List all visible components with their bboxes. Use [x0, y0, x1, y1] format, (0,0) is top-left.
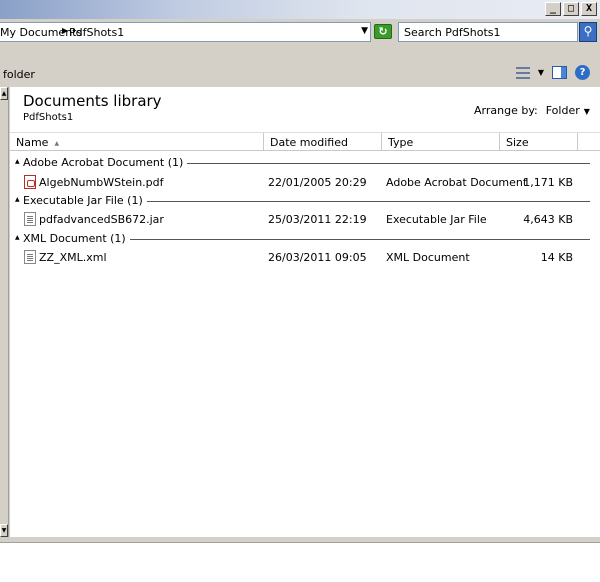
file-name: AlgebNumbWStein.pdf — [39, 176, 164, 189]
file-type: Executable Jar File — [386, 213, 487, 226]
arrange-by: Arrange by: Folder ▼ — [474, 104, 590, 117]
scroll-down-icon[interactable]: ▼ — [0, 524, 8, 537]
library-title: Documents library — [23, 92, 162, 110]
refresh-icon[interactable]: ↻ — [374, 24, 392, 39]
group-header-jar[interactable]: ▲ Executable Jar File (1) — [10, 194, 600, 208]
group-label: XML Document (1) — [23, 232, 130, 245]
group-label: Adobe Acrobat Document (1) — [23, 156, 188, 169]
column-headers: Name ▲ Date modified Type Size — [10, 132, 600, 151]
file-size: 1,171 KB — [523, 176, 573, 189]
chevron-down-icon[interactable]: ▼ — [584, 107, 590, 116]
breadcrumb-separator-icon[interactable]: ▶ — [62, 26, 68, 35]
sort-ascending-icon: ▲ — [54, 139, 60, 147]
help-icon[interactable]: ? — [575, 65, 590, 80]
close-button[interactable]: X — [581, 2, 597, 16]
new-folder-button[interactable]: folder — [3, 68, 35, 81]
column-header-date-modified[interactable]: Date modified — [264, 133, 382, 151]
search-icon[interactable]: ⚲ — [579, 22, 597, 42]
table-row[interactable]: pdfadvancedSB672.jar 25/03/2011 22:19 Ex… — [10, 210, 600, 228]
file-type: XML Document — [386, 251, 470, 264]
address-bar[interactable]: My Documents ▶ PdfShots1 ▼ — [0, 22, 371, 42]
file-name: ZZ_XML.xml — [39, 251, 107, 264]
command-toolbar: folder ▼ ? — [0, 45, 600, 87]
arrange-by-value[interactable]: Folder — [546, 104, 580, 117]
file-size: 14 KB — [540, 251, 573, 264]
file-type: Adobe Acrobat Document — [386, 176, 528, 189]
column-label: Name — [16, 136, 49, 149]
title-bar: _ □ X — [0, 0, 600, 19]
scroll-up-icon[interactable]: ▲ — [0, 87, 8, 100]
chevron-down-icon[interactable]: ▼ — [538, 68, 544, 77]
minimize-button[interactable]: _ — [545, 2, 561, 16]
column-header-size[interactable]: Size — [500, 133, 578, 151]
arrange-by-label: Arrange by: — [474, 104, 538, 117]
file-name: pdfadvancedSB672.jar — [39, 213, 164, 226]
column-label: Date modified — [270, 136, 348, 149]
pdf-icon — [24, 175, 36, 189]
column-header-type[interactable]: Type — [382, 133, 500, 151]
file-date: 25/03/2011 22:19 — [268, 213, 367, 226]
group-header-acrobat[interactable]: ▲ Adobe Acrobat Document (1) — [10, 156, 600, 170]
group-label: Executable Jar File (1) — [23, 194, 147, 207]
search-input[interactable]: Search PdfShots1 — [398, 22, 578, 42]
file-list-pane: Documents library PdfShots1 Arrange by: … — [10, 87, 600, 537]
details-pane — [0, 542, 600, 582]
column-header-name[interactable]: Name ▲ — [10, 133, 264, 151]
navigation-pane-scrollbar[interactable]: ▲ ▼ — [0, 87, 9, 537]
file-size: 4,643 KB — [523, 213, 573, 226]
breadcrumb-pdfshots1[interactable]: PdfShots1 — [69, 26, 124, 39]
collapse-icon[interactable]: ▲ — [15, 158, 20, 165]
file-date: 26/03/2011 09:05 — [268, 251, 367, 264]
arrange-by-dropdown[interactable]: Folder ▼ — [546, 104, 590, 117]
search-placeholder: Search PdfShots1 — [404, 26, 501, 39]
maximize-button[interactable]: □ — [563, 2, 579, 16]
file-date: 22/01/2005 20:29 — [268, 176, 367, 189]
table-row[interactable]: ZZ_XML.xml 26/03/2011 09:05 XML Document… — [10, 248, 600, 266]
column-label: Size — [506, 136, 529, 149]
address-dropdown-icon[interactable]: ▼ — [361, 26, 368, 36]
views-icon[interactable] — [515, 66, 530, 79]
column-label: Type — [388, 136, 414, 149]
address-bar-area: My Documents ▶ PdfShots1 ▼ ↻ Search PdfS… — [0, 19, 600, 45]
library-subtitle: PdfShots1 — [23, 112, 74, 123]
collapse-icon[interactable]: ▲ — [15, 234, 20, 241]
window-controls: _ □ X — [545, 2, 597, 16]
collapse-icon[interactable]: ▲ — [15, 196, 20, 203]
group-header-xml[interactable]: ▲ XML Document (1) — [10, 232, 600, 246]
table-row[interactable]: AlgebNumbWStein.pdf 22/01/2005 20:29 Ado… — [10, 173, 600, 191]
jar-file-icon — [24, 212, 36, 226]
xml-file-icon — [24, 250, 36, 264]
preview-pane-icon[interactable] — [552, 66, 567, 79]
